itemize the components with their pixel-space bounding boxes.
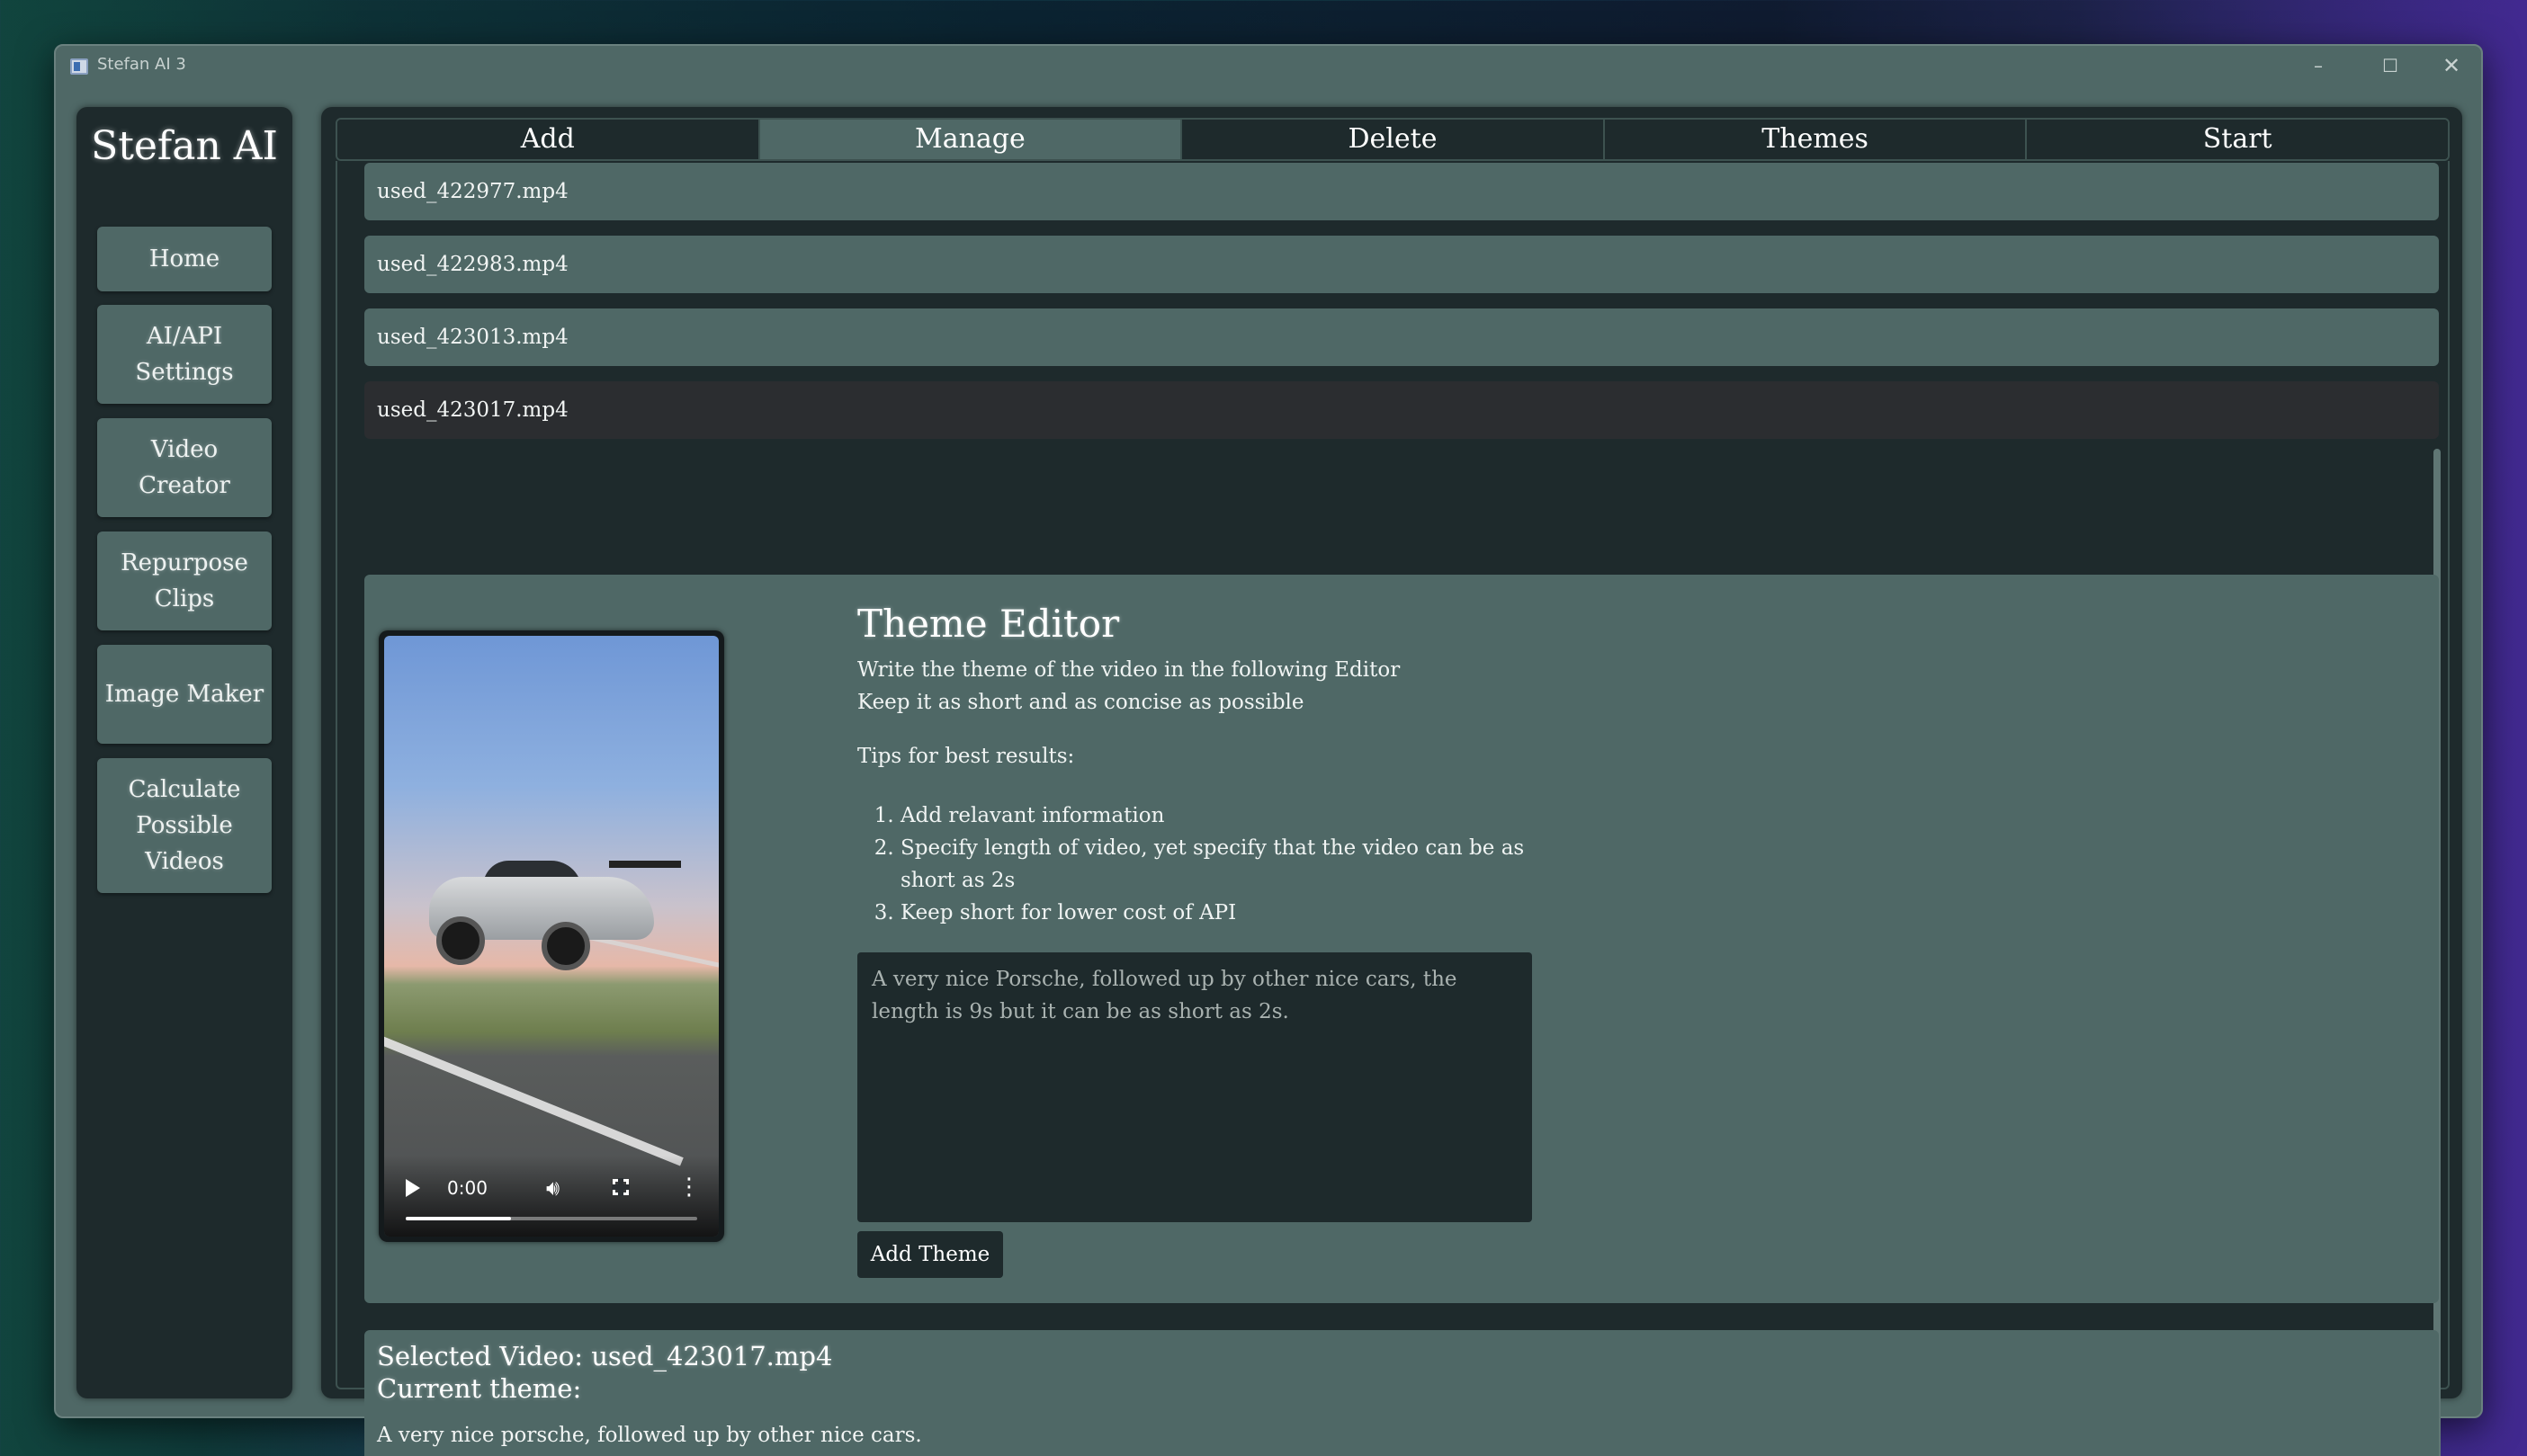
selected-video-label: Selected Video: used_423017.mp4 [377, 1341, 833, 1371]
title-bar[interactable]: Stefan AI 3 – ☐ ✕ [56, 46, 2481, 85]
car-wheel [542, 922, 590, 970]
file-list-item[interactable]: used_422977.mp4 [364, 163, 2439, 220]
tip-item: Keep short for lower cost of API [901, 897, 1541, 929]
theme-input[interactable] [857, 952, 1532, 1222]
nav-calculate-possible-videos-button[interactable]: Calculate Possible Videos [97, 758, 272, 893]
video-thumbnail: 0:00 🔊︎ ⋮ [384, 636, 719, 1237]
fullscreen-icon[interactable] [612, 1178, 630, 1196]
tab-start[interactable]: Start [2027, 120, 2448, 159]
app-window: Stefan AI 3 – ☐ ✕ Stefan AI Home AI/API … [54, 44, 2483, 1456]
tab-delete[interactable]: Delete [1182, 120, 1605, 159]
editor-instruction-2: Keep it as short and as concise as possi… [857, 691, 1304, 714]
current-theme-value: A very nice porsche, followed up by othe… [377, 1424, 922, 1447]
maximize-button[interactable]: ☐ [2359, 49, 2422, 82]
video-player[interactable]: 0:00 🔊︎ ⋮ [379, 630, 724, 1242]
file-list-item[interactable]: used_423013.mp4 [364, 308, 2439, 366]
tab-manage[interactable]: Manage [759, 120, 1183, 159]
tip-item: Add relavant information [901, 799, 1541, 832]
close-button[interactable]: ✕ [2420, 49, 2483, 82]
file-list-item[interactable]: used_422983.mp4 [364, 236, 2439, 293]
add-theme-button[interactable]: Add Theme [857, 1231, 1003, 1278]
selection-info-panel: Selected Video: used_423017.mp4 Current … [364, 1330, 2439, 1456]
tab-add[interactable]: Add [337, 120, 760, 159]
video-controls: 0:00 🔊︎ ⋮ [384, 1156, 719, 1237]
more-options-icon[interactable]: ⋮ [677, 1174, 701, 1201]
nav-repurpose-clips-button[interactable]: Repurpose Clips [97, 531, 272, 630]
nav-image-maker-button[interactable]: Image Maker [97, 645, 272, 744]
theme-editor-title: Theme Editor [857, 602, 1120, 646]
current-theme-label: Current theme: [377, 1373, 582, 1404]
nav-ai-api-settings-button[interactable]: AI/API Settings [97, 305, 272, 404]
sidebar: Stefan AI Home AI/API Settings Video Cre… [76, 107, 292, 1398]
tip-item: Specify length of video, yet specify tha… [901, 832, 1541, 897]
car-wing [609, 861, 681, 868]
car-wheel [436, 916, 485, 965]
nav-video-creator-button[interactable]: Video Creator [97, 418, 272, 517]
road-marking [384, 1023, 684, 1166]
editor-instruction-1: Write the theme of the video in the foll… [857, 658, 1401, 682]
play-icon[interactable] [406, 1179, 420, 1197]
nav-home-button[interactable]: Home [97, 227, 272, 291]
tab-bar: Add Manage Delete Themes Start [336, 118, 2450, 161]
file-list-item-selected[interactable]: used_423017.mp4 [364, 381, 2439, 439]
manage-content: used_422977.mp4 used_422983.mp4 used_423… [336, 161, 2450, 1456]
brand-title: Stefan AI [91, 123, 278, 169]
tips-list: Add relavant information Specify length … [857, 799, 1541, 929]
window-title: Stefan AI 3 [97, 55, 186, 74]
tab-themes[interactable]: Themes [1604, 120, 2028, 159]
tips-heading: Tips for best results: [857, 745, 1075, 768]
main-panel: Add Manage Delete Themes Start used_4229… [321, 107, 2462, 1456]
app-icon [70, 58, 88, 75]
video-progress-track[interactable] [406, 1217, 697, 1220]
video-time: 0:00 [447, 1177, 488, 1199]
minimize-button[interactable]: – [2287, 49, 2350, 82]
video-progress-fill [406, 1217, 511, 1220]
theme-editor-panel: 0:00 🔊︎ ⋮ Theme Editor Write the theme o… [364, 575, 2439, 1303]
volume-icon[interactable]: 🔊︎ [546, 1175, 560, 1201]
